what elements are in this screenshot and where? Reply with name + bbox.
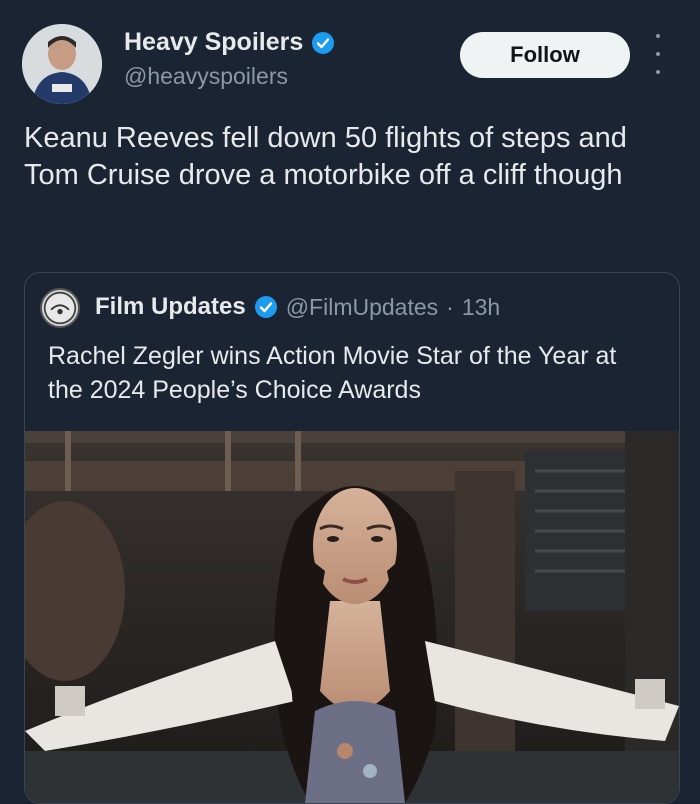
film-logo-icon [43,291,77,325]
quoted-timestamp[interactable]: 13h [462,294,500,321]
author-display-name[interactable]: Heavy Spoilers [124,28,303,57]
quoted-handle[interactable]: @FilmUpdates [286,294,438,321]
more-vertical-icon[interactable] [648,34,668,74]
quoted-tweet[interactable]: Film Updates @FilmUpdates · 13h Rachel Z… [24,272,680,804]
quoted-text: Rachel Zegler wins Action Movie Star of … [48,342,617,404]
tweet-card: Heavy Spoilers @heavyspoilers Follow Kea… [0,0,700,804]
follow-button[interactable]: Follow [460,32,630,78]
separator-dot: · [446,293,454,320]
quoted-author-avatar[interactable] [40,288,80,328]
tweet-text: Keanu Reeves fell down 50 flights of ste… [24,122,627,191]
quoted-display-name[interactable]: Film Updates [95,293,246,321]
verified-badge-icon [254,296,277,318]
person-avatar-icon [22,24,102,104]
author-info: Heavy Spoilers @heavyspoilers [124,28,335,90]
quoted-media-image[interactable] [25,431,679,803]
author-handle[interactable]: @heavyspoilers [124,63,335,90]
photo-image-icon [25,431,679,803]
author-avatar[interactable] [22,24,102,104]
quoted-header: Film Updates @FilmUpdates · 13h [95,293,500,321]
verified-badge-icon [312,31,335,54]
